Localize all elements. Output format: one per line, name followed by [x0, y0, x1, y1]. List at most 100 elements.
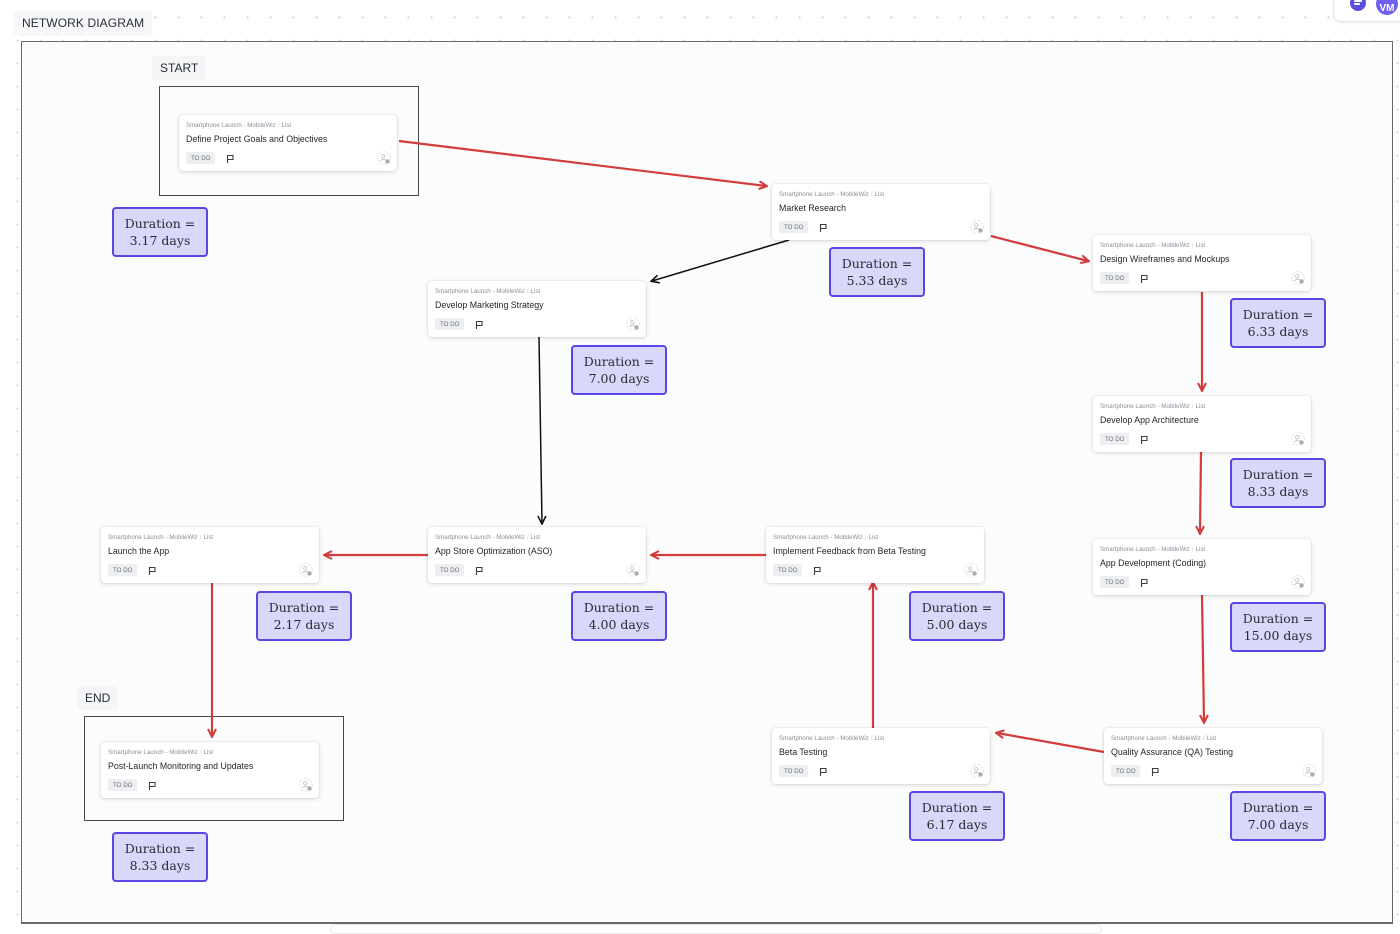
project-name[interactable]: Smartphone Launch - MobileWiz — [1100, 546, 1190, 553]
task-name[interactable]: Define Project Goals and Objectives — [186, 134, 327, 144]
add-assignee-icon[interactable] — [1291, 271, 1305, 285]
task-card-aso[interactable]: Smartphone Launch - MobileWiz / List App St… — [428, 527, 646, 583]
list-name[interactable]: List — [1196, 403, 1206, 410]
flag-icon[interactable] — [147, 779, 157, 791]
task-breadcrumb[interactable]: Smartphone Launch - MobileWiz / List — [773, 534, 878, 541]
add-assignee-icon[interactable] — [377, 151, 391, 165]
project-name[interactable]: Smartphone Launch - MobileWiz — [108, 534, 198, 541]
status-badge[interactable]: TO DO — [773, 564, 803, 576]
task-name[interactable]: Design Wireframes and Mockups — [1100, 254, 1230, 264]
breadcrumb-separator: / — [526, 288, 529, 295]
task-card-app-development[interactable]: Smartphone Launch - MobileWiz / List App De… — [1093, 539, 1311, 595]
list-name[interactable]: List — [1196, 546, 1206, 553]
project-name[interactable]: Smartphone Launch - MobileWiz — [435, 288, 525, 295]
task-breadcrumb[interactable]: Smartphone Launch - MobileWiz / List — [186, 122, 291, 129]
flag-icon[interactable] — [1139, 433, 1149, 445]
list-name[interactable]: List — [875, 191, 885, 198]
status-badge[interactable]: TO DO — [1100, 433, 1130, 445]
task-name[interactable]: Quality Assurance (QA) Testing — [1111, 747, 1233, 757]
list-name[interactable]: List — [531, 534, 541, 541]
flag-icon[interactable] — [1150, 765, 1160, 777]
add-assignee-icon[interactable] — [970, 220, 984, 234]
list-name[interactable]: List — [869, 534, 879, 541]
status-badge[interactable]: TO DO — [435, 318, 465, 330]
status-badge[interactable]: TO DO — [435, 564, 465, 576]
task-card-qa-testing[interactable]: Smartphone Launch - MobileWiz / List Qualit… — [1104, 728, 1322, 784]
add-assignee-icon[interactable] — [626, 563, 640, 577]
project-name[interactable]: Smartphone Launch - MobileWiz — [435, 534, 525, 541]
task-name[interactable]: App Store Optimization (ASO) — [435, 546, 552, 556]
project-name[interactable]: Smartphone Launch - MobileWiz — [1111, 735, 1201, 742]
flag-icon[interactable] — [474, 318, 484, 330]
list-name[interactable]: List — [1196, 242, 1206, 249]
flag-icon[interactable] — [1139, 272, 1149, 284]
task-name[interactable]: Implement Feedback from Beta Testing — [773, 546, 926, 556]
bottom-scroll-bar[interactable] — [330, 924, 1102, 934]
add-assignee-icon[interactable] — [626, 317, 640, 331]
add-assignee-icon[interactable] — [299, 778, 313, 792]
status-badge[interactable]: TO DO — [779, 765, 809, 777]
status-badge[interactable]: TO DO — [1100, 576, 1130, 588]
task-card-market-research[interactable]: Smartphone Launch - MobileWiz / List Market… — [772, 184, 990, 240]
status-badge[interactable]: TO DO — [108, 779, 138, 791]
task-name[interactable]: Launch the App — [108, 546, 169, 556]
task-breadcrumb[interactable]: Smartphone Launch - MobileWiz / List — [1100, 242, 1205, 249]
task-card-app-architecture[interactable]: Smartphone Launch - MobileWiz / List Develo… — [1093, 396, 1311, 452]
task-card-marketing-strategy[interactable]: Smartphone Launch - MobileWiz / List Develo… — [428, 281, 646, 337]
project-name[interactable]: Smartphone Launch - MobileWiz — [1100, 242, 1190, 249]
add-assignee-icon[interactable] — [1302, 764, 1316, 778]
project-name[interactable]: Smartphone Launch - MobileWiz — [186, 122, 276, 129]
task-name[interactable]: App Development (Coding) — [1100, 558, 1206, 568]
task-breadcrumb[interactable]: Smartphone Launch - MobileWiz / List — [435, 288, 540, 295]
list-name[interactable]: List — [204, 749, 214, 756]
flag-icon[interactable] — [147, 564, 157, 576]
task-name[interactable]: Develop App Architecture — [1100, 415, 1199, 425]
list-icon[interactable] — [1350, 0, 1366, 11]
status-badge[interactable]: TO DO — [779, 221, 809, 233]
add-assignee-icon[interactable] — [970, 764, 984, 778]
task-card-design-wireframes[interactable]: Smartphone Launch - MobileWiz / List Design… — [1093, 235, 1311, 291]
flag-icon[interactable] — [812, 564, 822, 576]
task-breadcrumb[interactable]: Smartphone Launch - MobileWiz / List — [779, 191, 884, 198]
task-breadcrumb[interactable]: Smartphone Launch - MobileWiz / List — [1111, 735, 1216, 742]
flag-icon[interactable] — [225, 152, 235, 164]
task-breadcrumb[interactable]: Smartphone Launch - MobileWiz / List — [108, 534, 213, 541]
flag-icon[interactable] — [1139, 576, 1149, 588]
task-name[interactable]: Post-Launch Monitoring and Updates — [108, 761, 253, 771]
task-card-post-launch[interactable]: Smartphone Launch - MobileWiz / List Post-L… — [101, 742, 319, 798]
project-name[interactable]: Smartphone Launch - MobileWiz — [779, 191, 869, 198]
add-assignee-icon[interactable] — [1291, 575, 1305, 589]
list-name[interactable]: List — [531, 288, 541, 295]
task-card-implement-feedback[interactable]: Smartphone Launch - MobileWiz / List Implem… — [766, 527, 984, 583]
status-badge[interactable]: TO DO — [186, 152, 216, 164]
flag-icon[interactable] — [818, 765, 828, 777]
project-name[interactable]: Smartphone Launch - MobileWiz — [108, 749, 198, 756]
status-badge[interactable]: TO DO — [108, 564, 138, 576]
task-card-define-goals[interactable]: Smartphone Launch - MobileWiz / List Define… — [179, 115, 397, 171]
list-name[interactable]: List — [282, 122, 292, 129]
task-breadcrumb[interactable]: Smartphone Launch - MobileWiz / List — [108, 749, 213, 756]
list-name[interactable]: List — [875, 735, 885, 742]
task-breadcrumb[interactable]: Smartphone Launch - MobileWiz / List — [1100, 546, 1205, 553]
task-card-launch-app[interactable]: Smartphone Launch - MobileWiz / List Launch… — [101, 527, 319, 583]
user-avatar[interactable]: VM — [1376, 0, 1398, 15]
status-badge[interactable]: TO DO — [1100, 272, 1130, 284]
flag-icon[interactable] — [474, 564, 484, 576]
add-assignee-icon[interactable] — [299, 563, 313, 577]
task-name[interactable]: Beta Testing — [779, 747, 827, 757]
project-name[interactable]: Smartphone Launch - MobileWiz — [773, 534, 863, 541]
project-name[interactable]: Smartphone Launch - MobileWiz — [779, 735, 869, 742]
list-name[interactable]: List — [1207, 735, 1217, 742]
task-breadcrumb[interactable]: Smartphone Launch - MobileWiz / List — [435, 534, 540, 541]
add-assignee-icon[interactable] — [964, 563, 978, 577]
task-name[interactable]: Market Research — [779, 203, 846, 213]
task-card-beta-testing[interactable]: Smartphone Launch - MobileWiz / List Beta T… — [772, 728, 990, 784]
flag-icon[interactable] — [818, 221, 828, 233]
status-badge[interactable]: TO DO — [1111, 765, 1141, 777]
project-name[interactable]: Smartphone Launch - MobileWiz — [1100, 403, 1190, 410]
task-name[interactable]: Develop Marketing Strategy — [435, 300, 544, 310]
add-assignee-icon[interactable] — [1291, 432, 1305, 446]
list-name[interactable]: List — [204, 534, 214, 541]
task-breadcrumb[interactable]: Smartphone Launch - MobileWiz / List — [779, 735, 884, 742]
task-breadcrumb[interactable]: Smartphone Launch - MobileWiz / List — [1100, 403, 1205, 410]
